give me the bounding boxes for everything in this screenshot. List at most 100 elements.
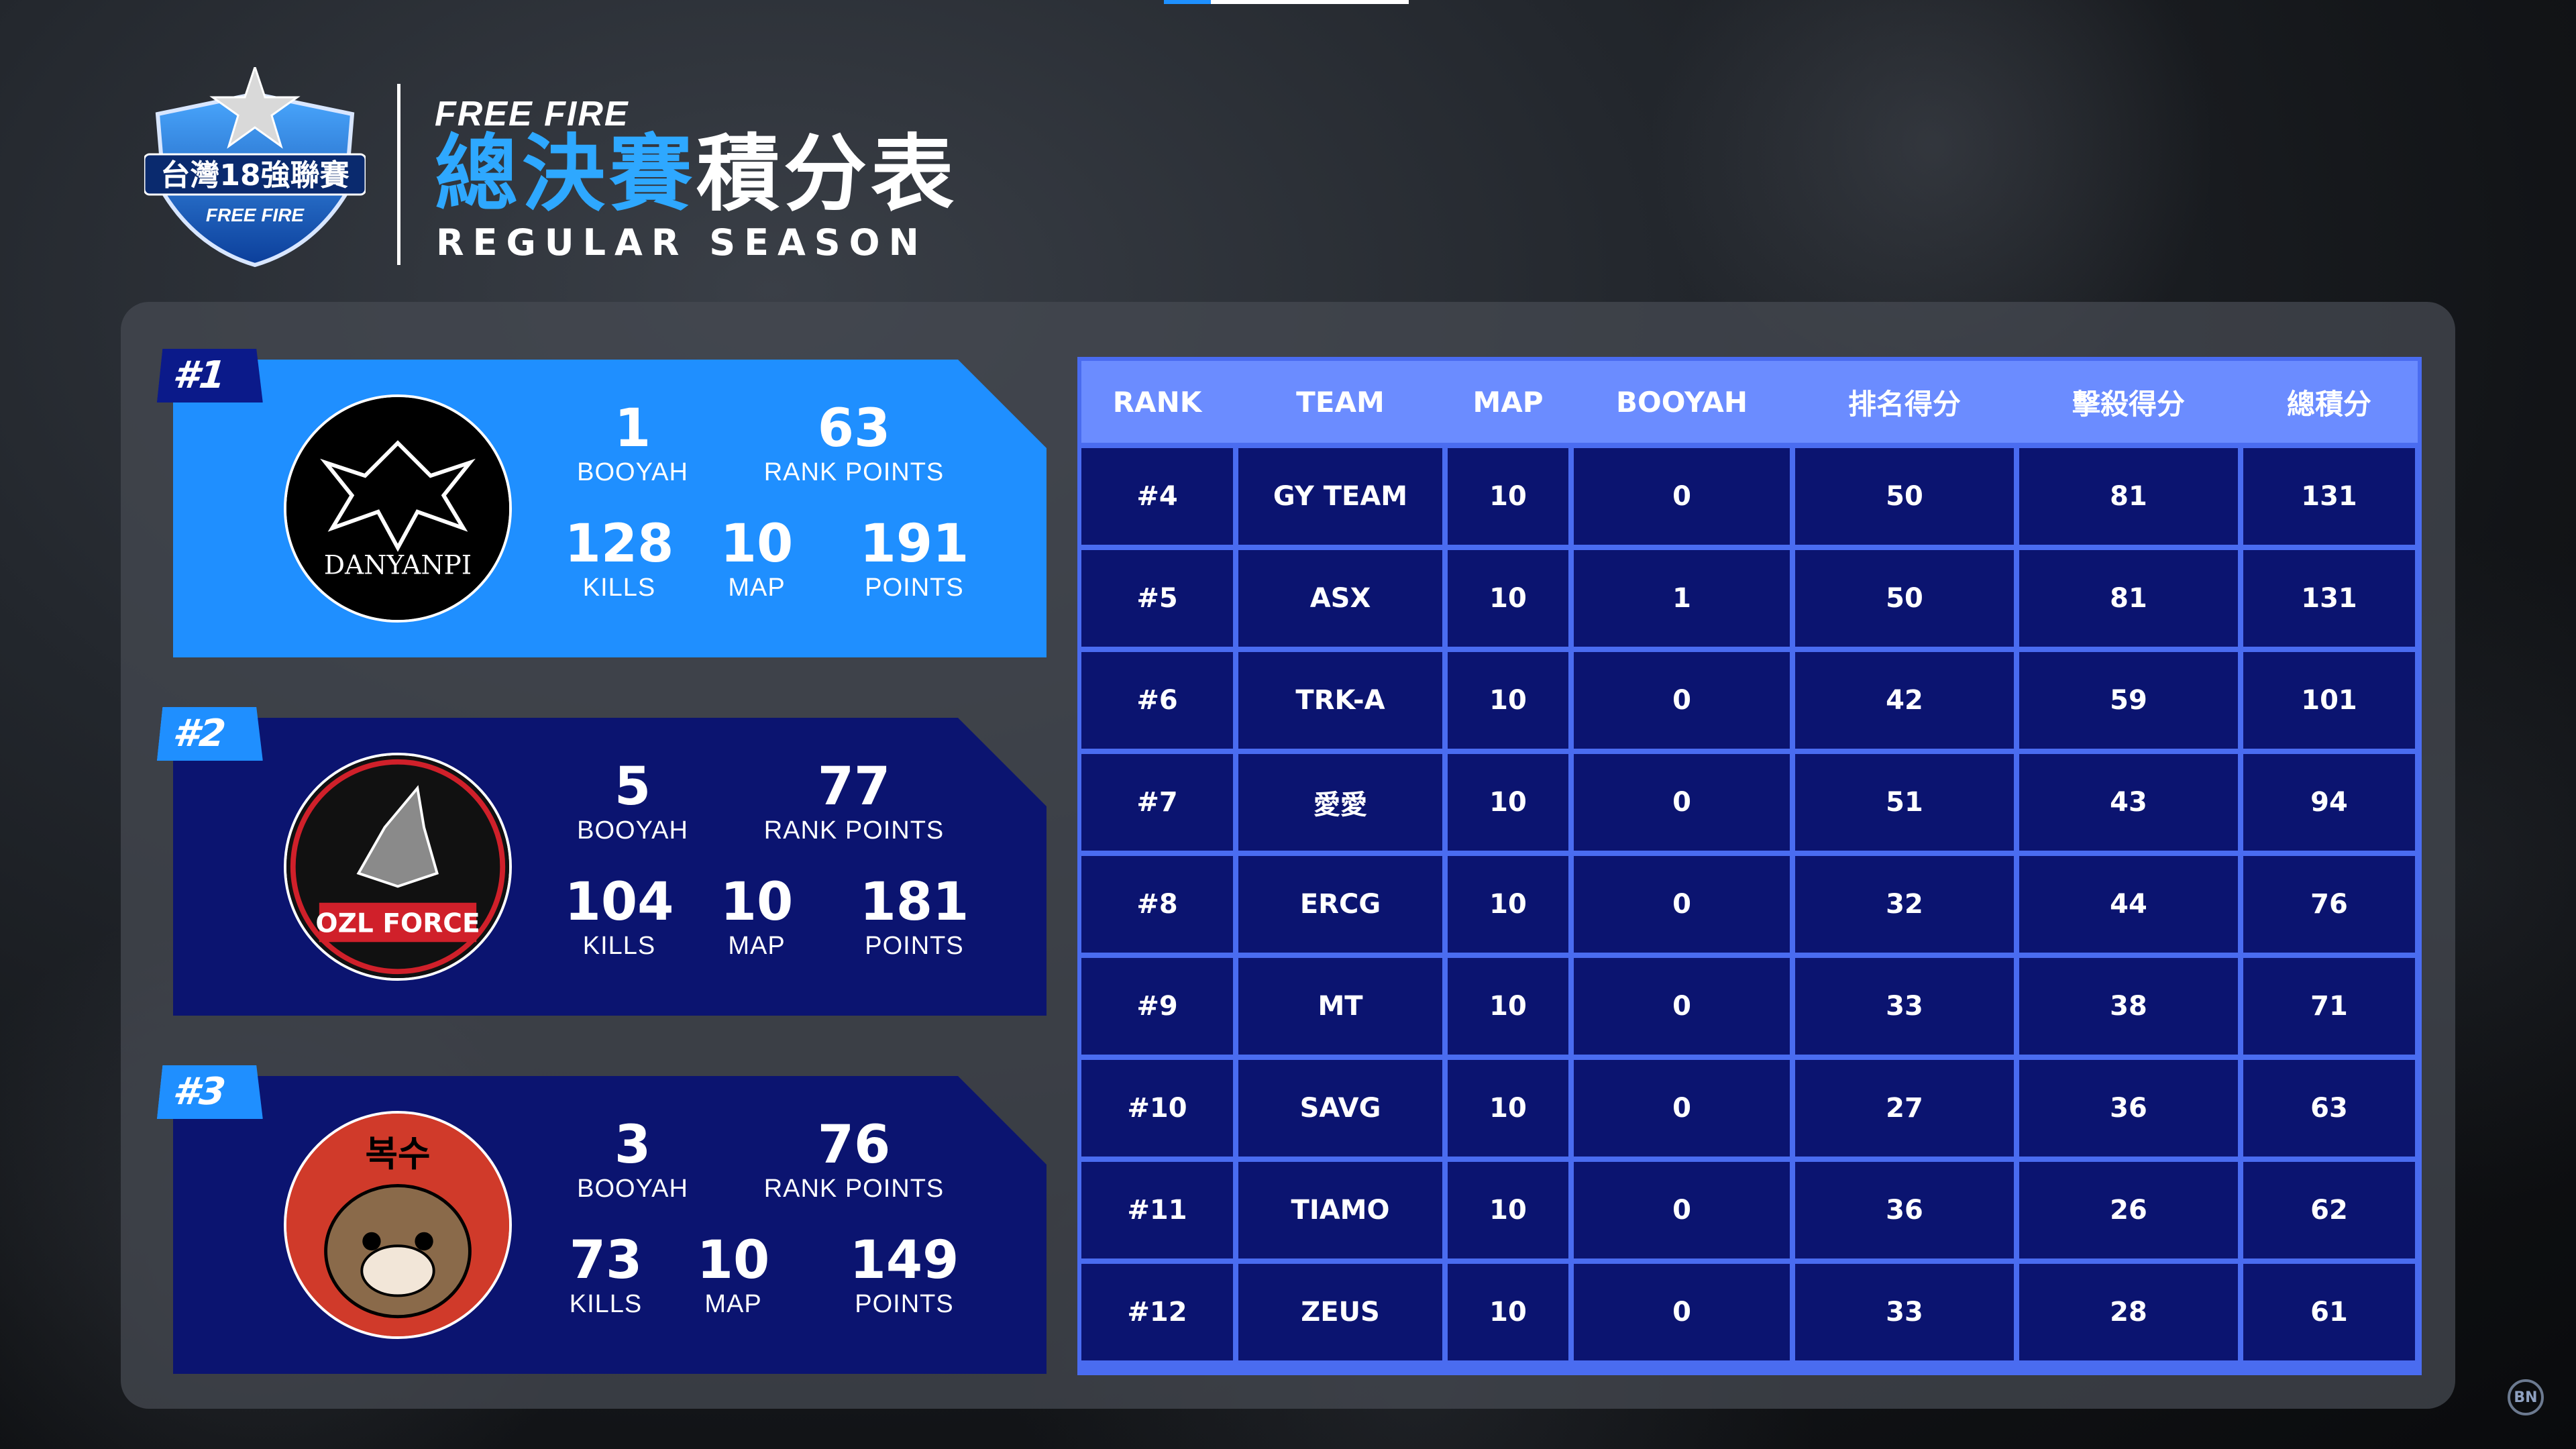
cell-map: 10 — [1448, 1060, 1568, 1157]
map-label: MAP — [728, 574, 786, 602]
cell-rank: #6 — [1081, 652, 1233, 749]
cell-rank: #12 — [1081, 1264, 1233, 1360]
header-rank-points: 排名得分 — [1847, 387, 1961, 421]
booyah-value: 5 — [614, 757, 651, 817]
cell-booyah: 0 — [1574, 1264, 1790, 1360]
map-value: 10 — [720, 514, 794, 574]
table-row: #7 愛愛 10 0 51 43 94 — [1081, 754, 2418, 851]
rank-badge-2: #2 — [157, 707, 268, 761]
title-part-scoreboard: 積分表 — [696, 126, 959, 223]
top-accent-bar — [1164, 0, 1409, 4]
booyah-value: 1 — [614, 398, 651, 459]
cell-team: ZEUS — [1238, 1264, 1442, 1360]
cell-rank: #7 — [1081, 754, 1233, 851]
cell-kill-points: 81 — [2019, 550, 2238, 647]
cell-booyah: 0 — [1574, 1060, 1790, 1157]
cell-rank-points: 33 — [1795, 958, 2014, 1055]
booyah-value: 3 — [614, 1115, 651, 1175]
rank-badge-3: #3 — [157, 1065, 268, 1119]
cell-total-points: 131 — [2243, 448, 2415, 545]
team-logo-3: 복수 — [284, 1111, 512, 1339]
points-label: POINTS — [865, 932, 964, 960]
points-value: 191 — [859, 514, 969, 574]
cell-kill-points: 28 — [2019, 1264, 2238, 1360]
table-row: #11 TIAMO 10 0 36 26 62 — [1081, 1162, 2418, 1258]
cell-map: 10 — [1448, 448, 1568, 545]
kills-value: 104 — [564, 872, 674, 932]
cell-kill-points: 81 — [2019, 448, 2238, 545]
booyah-label: BOOYAH — [577, 458, 688, 486]
booyah-stat: 3 BOOYAH — [569, 1116, 696, 1203]
map-stat: 10 MAP — [686, 1232, 780, 1319]
table-row: #10 SAVG 10 0 27 36 63 — [1081, 1060, 2418, 1157]
cell-map: 10 — [1448, 1264, 1568, 1360]
cell-team: ASX — [1238, 550, 1442, 647]
top3-card-1: DANYANPI 1 BOOYAH 63 RANK POINTS 128 KIL… — [173, 360, 1046, 657]
page-subtitle: REGULAR SEASON — [436, 221, 928, 264]
cell-total-points: 101 — [2243, 652, 2415, 749]
top3-card-3: 복수 3 BOOYAH 76 RANK POINTS 10 MAP 73 KIL… — [173, 1076, 1046, 1374]
table-row: #6 TRK-A 10 0 42 59 101 — [1081, 652, 2418, 749]
cell-team: ERCG — [1238, 856, 1442, 953]
team-logo-2: OZL FORCE — [284, 753, 512, 981]
cell-booyah: 1 — [1574, 550, 1790, 647]
cell-team: GY TEAM — [1238, 448, 1442, 545]
cell-booyah: 0 — [1574, 856, 1790, 953]
kills-stat: 73 KILLS — [542, 1232, 669, 1319]
cell-kill-points: 44 — [2019, 856, 2238, 953]
header-kill-points: 擊殺得分 — [2072, 387, 2185, 421]
cell-team: SAVG — [1238, 1060, 1442, 1157]
team-logo-2-text: OZL FORCE — [315, 909, 480, 939]
rank-points-value: 76 — [817, 1115, 891, 1175]
standings-table: RANK TEAM MAP BOOYAH 排名得分 擊殺得分 總積分 #4 GY … — [1077, 357, 2422, 1375]
cell-rank-points: 50 — [1795, 550, 2014, 647]
cell-total-points: 76 — [2243, 856, 2415, 953]
map-label: MAP — [704, 1290, 762, 1318]
header-team: TEAM — [1296, 385, 1385, 419]
map-stat: 10 MAP — [710, 873, 804, 961]
kills-stat: 104 KILLS — [555, 873, 683, 961]
cell-total-points: 71 — [2243, 958, 2415, 1055]
team-logo-1-text: DANYANPI — [324, 551, 472, 581]
kills-label: KILLS — [569, 1290, 643, 1318]
points-label: POINTS — [865, 574, 964, 602]
cell-total-points: 63 — [2243, 1060, 2415, 1157]
cell-map: 10 — [1448, 958, 1568, 1055]
cell-total-points: 61 — [2243, 1264, 2415, 1360]
league-logo-brand: FREE FIRE — [206, 205, 305, 225]
points-value: 181 — [859, 872, 969, 932]
cell-kill-points: 38 — [2019, 958, 2238, 1055]
rank-points-value: 63 — [817, 398, 891, 459]
header-divider — [397, 84, 400, 265]
league-logo: 台灣18強聯賽 FREE FIRE — [143, 64, 367, 268]
booyah-stat: 1 BOOYAH — [569, 400, 696, 487]
cell-booyah: 0 — [1574, 448, 1790, 545]
cell-kill-points: 43 — [2019, 754, 2238, 851]
cell-booyah: 0 — [1574, 754, 1790, 851]
cell-rank-points: 33 — [1795, 1264, 2014, 1360]
cell-booyah: 0 — [1574, 652, 1790, 749]
cell-kill-points: 26 — [2019, 1162, 2238, 1258]
rank-badge-1: #1 — [157, 349, 268, 402]
points-stat: 191 POINTS — [851, 515, 978, 602]
cell-booyah: 0 — [1574, 1162, 1790, 1258]
cell-map: 10 — [1448, 652, 1568, 749]
title-part-finals: 總決賽 — [435, 126, 697, 223]
cell-rank-points: 42 — [1795, 652, 2014, 749]
cell-total-points: 62 — [2243, 1162, 2415, 1258]
rank-points-stat: 77 RANK POINTS — [743, 758, 965, 845]
table-body: #4 GY TEAM 10 0 50 81 131 #5 ASX 10 1 50 81 131 #6 TRK-… — [1081, 443, 2418, 1360]
kills-label: KILLS — [582, 932, 656, 960]
cell-booyah: 0 — [1574, 958, 1790, 1055]
cell-team: TIAMO — [1238, 1162, 1442, 1258]
cell-total-points: 94 — [2243, 754, 2415, 851]
cell-map: 10 — [1448, 1162, 1568, 1258]
kills-stat: 128 KILLS — [555, 515, 683, 602]
cell-total-points: 131 — [2243, 550, 2415, 647]
team-logo-1: DANYANPI — [284, 394, 512, 623]
cell-map: 10 — [1448, 550, 1568, 647]
rank-points-label: RANK POINTS — [763, 816, 945, 845]
points-value: 149 — [849, 1230, 959, 1291]
cell-rank: #8 — [1081, 856, 1233, 953]
table-row: #9 MT 10 0 33 38 71 — [1081, 958, 2418, 1055]
